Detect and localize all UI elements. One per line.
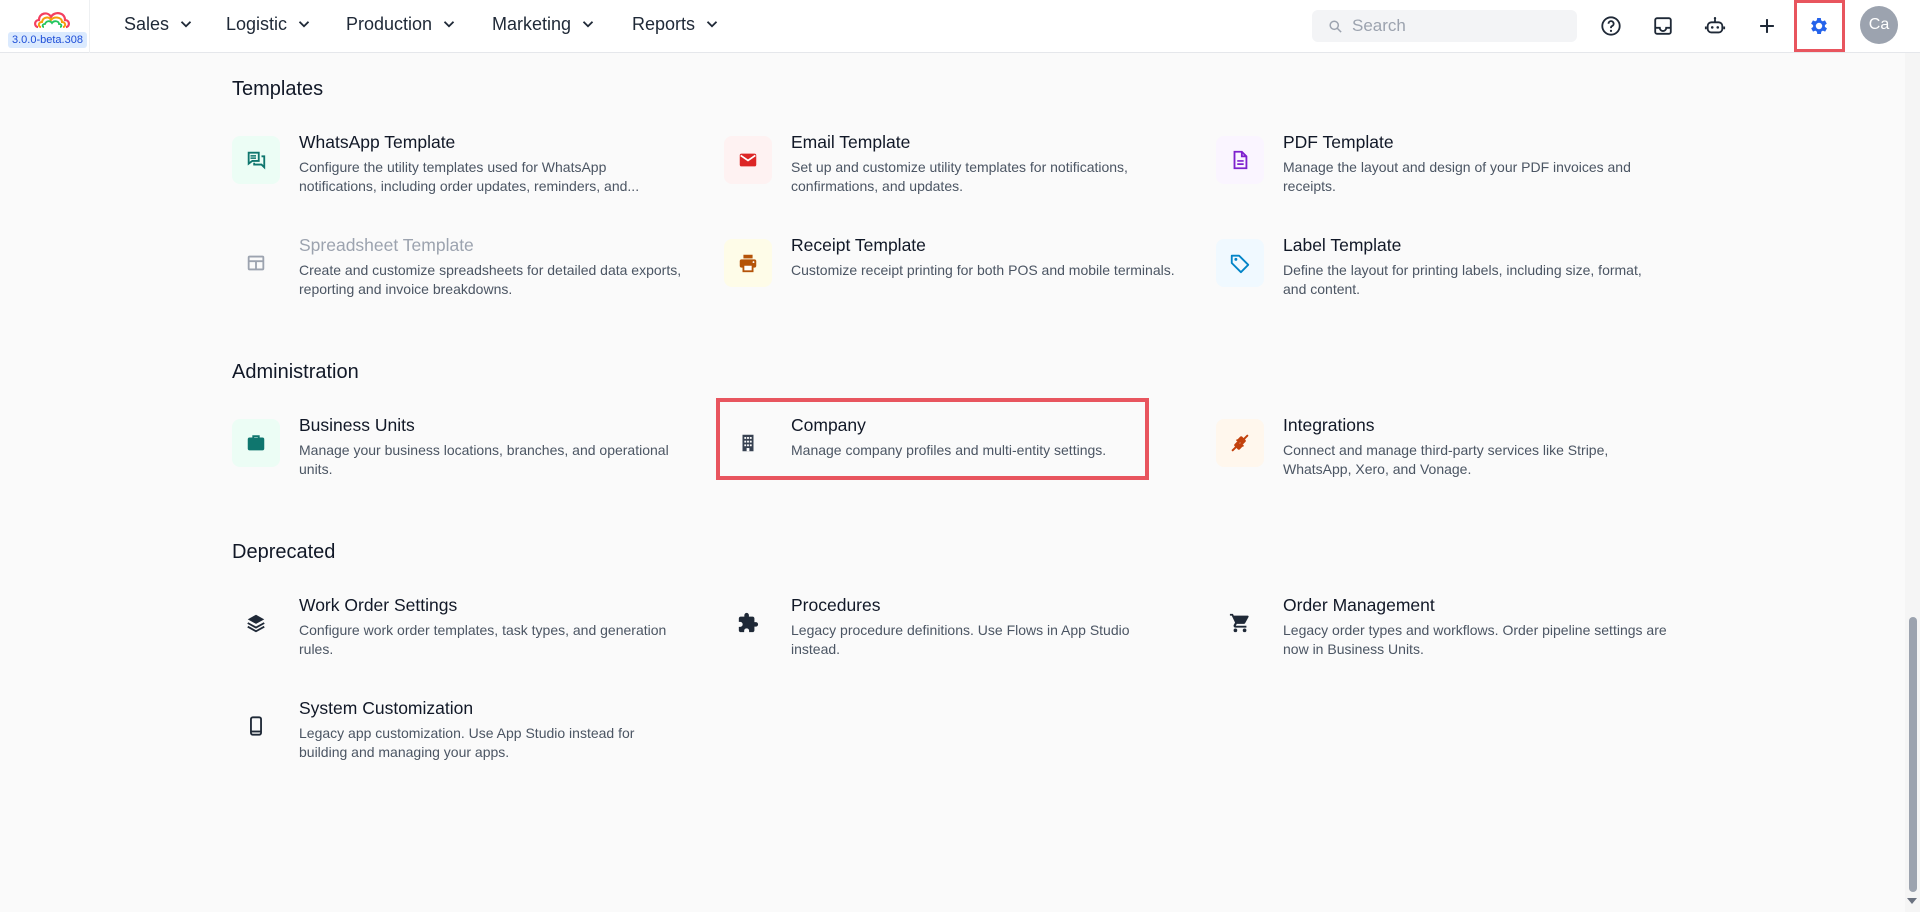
chevron-down-icon [180, 21, 192, 28]
help-button[interactable] [1594, 9, 1628, 43]
table-icon [232, 239, 280, 287]
nav-label: Marketing [492, 13, 572, 34]
card-spreadsheet-template[interactable]: Spreadsheet Template Create and customiz… [232, 235, 682, 315]
card-whatsapp-template[interactable]: WhatsApp Template Configure the utility … [232, 132, 682, 212]
card-title: Email Template [791, 132, 911, 152]
nav-logistic[interactable]: Logistic [226, 0, 313, 48]
printer-icon [724, 239, 772, 287]
card-description: Create and customize spreadsheets for de… [299, 262, 682, 297]
nav-label: Reports [632, 13, 696, 34]
card-title: Business Units [299, 415, 415, 435]
mail-icon [724, 136, 772, 184]
add-button[interactable] [1750, 9, 1784, 43]
version-badge: 3.0.0-beta.308 [8, 32, 87, 48]
inbox-button[interactable] [1646, 9, 1680, 43]
card-description: Customize receipt printing for both POS … [791, 262, 1175, 278]
card-label-template[interactable]: Label Template Define the layout for pri… [1216, 235, 1666, 315]
puzzle-icon [724, 599, 772, 647]
chevron-down-icon [582, 21, 594, 28]
document-icon [1216, 136, 1264, 184]
card-email-template[interactable]: Email Template Set up and customize util… [724, 132, 1174, 212]
card-order-management[interactable]: Order Management Legacy order types and … [1216, 595, 1667, 675]
card-work-order-settings[interactable]: Work Order Settings Configure work order… [232, 595, 682, 675]
search-icon [1329, 20, 1342, 33]
card-description: Configure the utility templates used for… [299, 159, 640, 194]
card-description: Manage the layout and design of your PDF… [1283, 159, 1631, 194]
section-title-administration: Administration [232, 361, 359, 383]
card-description: Manage your business locations, branches… [299, 442, 669, 477]
chevron-down-icon [443, 21, 455, 28]
search-box [1312, 10, 1577, 42]
card-description: Connect and manage third-party services … [1283, 442, 1609, 477]
plug-icon [1216, 419, 1264, 467]
card-description: Legacy app customization. Use App Studio… [299, 725, 635, 760]
card-title: Procedures [791, 595, 881, 615]
cloud-logo-icon [34, 12, 70, 29]
nav-production[interactable]: Production [346, 0, 458, 48]
card-description: Define the layout for printing labels, i… [1283, 262, 1642, 297]
briefcase-icon [232, 419, 280, 467]
top-navbar: 3.0.0-beta.308 Sales Logistic Production… [0, 0, 1920, 53]
card-title: Label Template [1283, 235, 1402, 255]
chevron-down-icon [706, 21, 718, 28]
logo[interactable]: 3.0.0-beta.308 [0, 0, 90, 53]
nav-sales[interactable]: Sales [124, 0, 195, 48]
card-integrations[interactable]: Integrations Connect and manage third-pa… [1216, 415, 1666, 495]
company-highlight [716, 398, 1149, 480]
search-input[interactable] [1352, 10, 1567, 42]
nav-reports[interactable]: Reports [632, 0, 721, 48]
card-title: Spreadsheet Template [299, 235, 474, 255]
cart-icon [1216, 599, 1264, 647]
inbox-icon [1654, 17, 1672, 35]
nav-marketing[interactable]: Marketing [492, 0, 597, 48]
card-description: Legacy procedure definitions. Use Flows … [791, 622, 1130, 657]
card-description: Configure work order templates, task typ… [299, 622, 667, 657]
nav-label: Sales [124, 13, 170, 34]
tag-icon [1216, 239, 1264, 287]
card-pdf-template[interactable]: PDF Template Manage the layout and desig… [1216, 132, 1666, 212]
chevron-down-icon [298, 21, 310, 28]
section-title-deprecated: Deprecated [232, 541, 336, 563]
card-title: Integrations [1283, 415, 1375, 435]
card-receipt-template[interactable]: Receipt Template Customize receipt print… [724, 235, 1175, 315]
card-description: Legacy order types and workflows. Order … [1283, 622, 1667, 657]
card-title: WhatsApp Template [299, 132, 456, 152]
assistant-button[interactable] [1698, 9, 1732, 43]
card-title: PDF Template [1283, 132, 1394, 152]
scroll-down-arrow-icon[interactable] [1907, 898, 1917, 904]
card-title: Receipt Template [791, 235, 926, 255]
bot-icon [1704, 17, 1726, 34]
plus-icon [1760, 19, 1774, 33]
card-title: Work Order Settings [299, 595, 458, 615]
chat-icon [232, 136, 280, 184]
section-title-templates: Templates [232, 78, 324, 100]
card-title: Order Management [1283, 595, 1435, 615]
scrollbar-thumb[interactable] [1909, 617, 1917, 892]
card-title: System Customization [299, 698, 474, 718]
phone-icon [232, 702, 280, 750]
card-procedures[interactable]: Procedures Legacy procedure definitions.… [724, 595, 1174, 675]
card-description: Set up and customize utility templates f… [791, 159, 1128, 194]
layers-icon [232, 599, 280, 647]
nav-label: Production [346, 13, 433, 34]
avatar[interactable]: Ca [1860, 6, 1898, 44]
nav-label: Logistic [226, 13, 288, 34]
card-business-units[interactable]: Business Units Manage your business loca… [232, 415, 682, 495]
settings-highlight [1794, 0, 1845, 52]
card-system-customization[interactable]: System Customization Legacy app customiz… [232, 698, 682, 778]
help-icon [1601, 16, 1621, 36]
